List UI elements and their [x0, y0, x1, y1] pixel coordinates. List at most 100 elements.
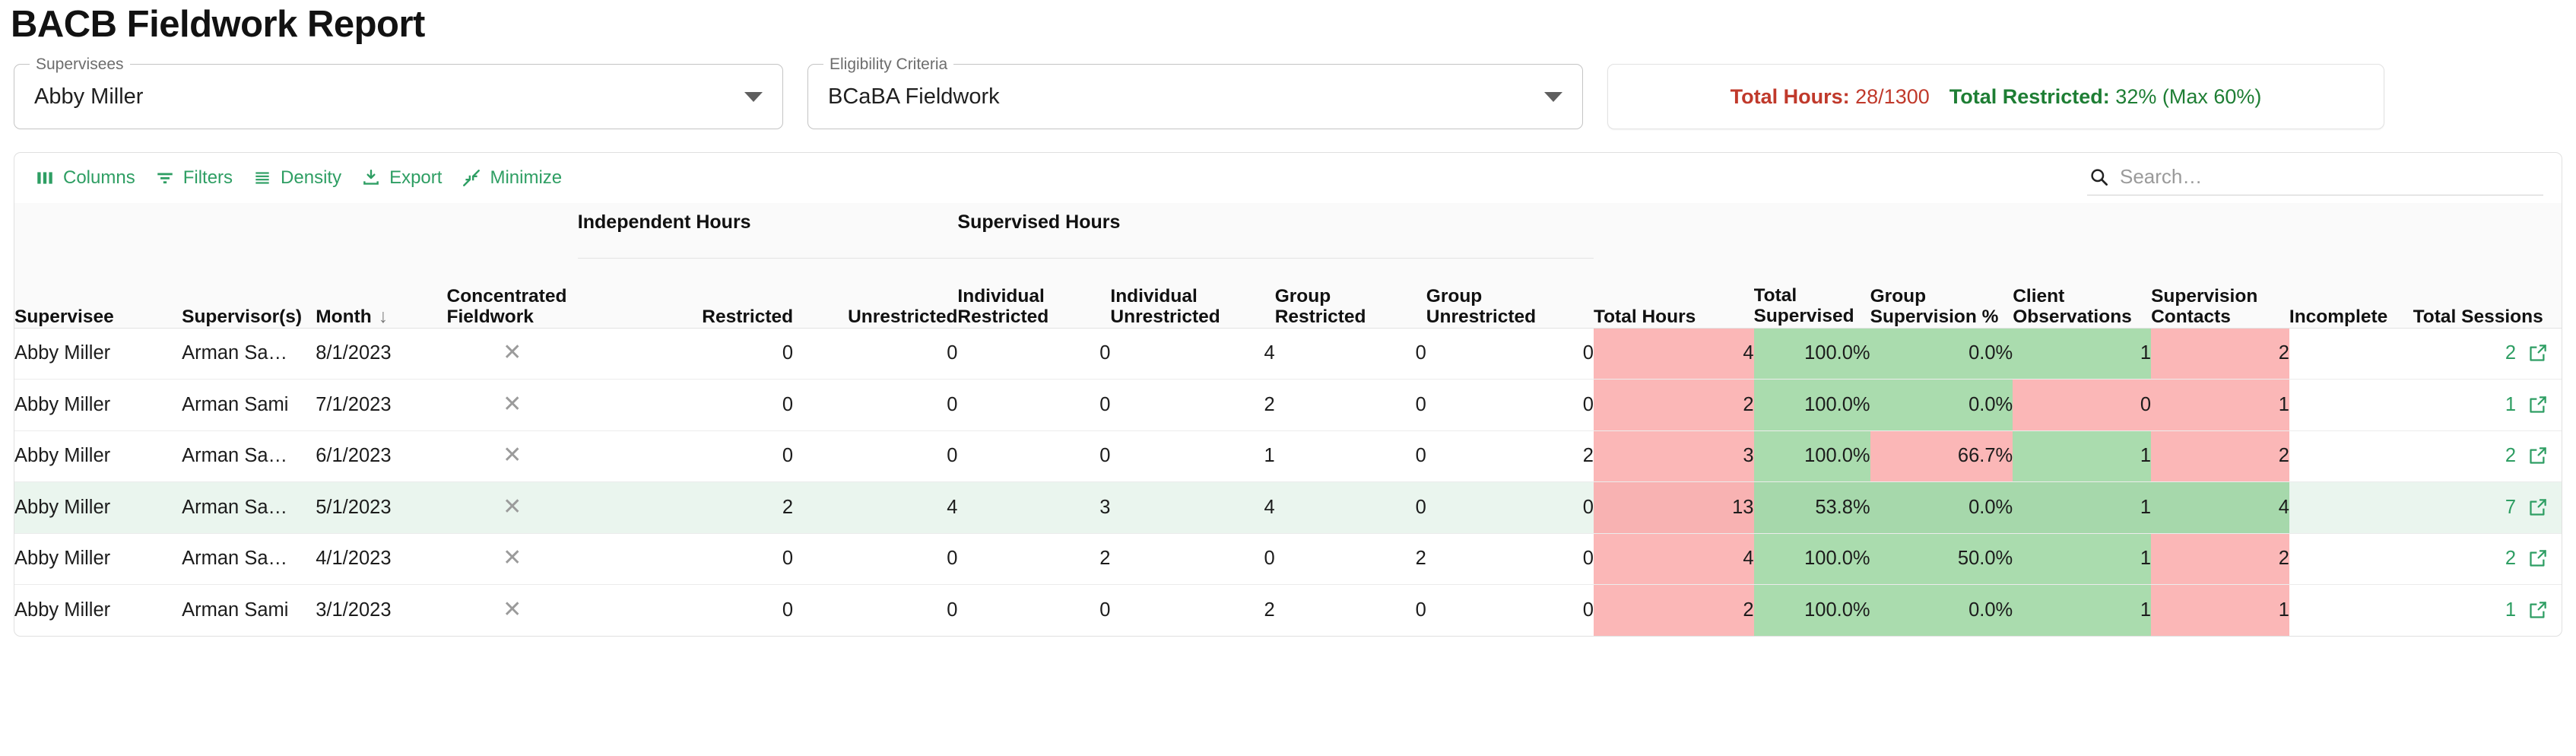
cell-month: 5/1/2023: [316, 481, 447, 534]
chevron-down-icon: [1544, 91, 1562, 102]
total-hours-value: 28/1300: [1855, 84, 1930, 108]
col-supervision-contacts[interactable]: Supervision Contacts: [2151, 258, 2289, 329]
open-external-icon[interactable]: [2527, 600, 2548, 621]
col-month[interactable]: Month ↓: [316, 258, 447, 329]
cell-client-observations: 0: [2013, 379, 2152, 431]
col-client-observations[interactable]: Client Observations: [2013, 258, 2152, 329]
supervisees-label: Supervisees: [30, 56, 130, 74]
total-restricted-value: 32% (Max 60%): [2115, 84, 2262, 108]
cell-concentrated-fieldwork: ✕: [446, 430, 578, 482]
supervisees-value: Abby Miller: [34, 84, 144, 109]
cell-month: 3/1/2023: [316, 599, 392, 621]
cell-individual-unrestricted: 2: [1264, 599, 1275, 621]
total-sessions-value: 2: [2505, 445, 2516, 467]
table-row[interactable]: Abby Miller Arman Sa… 6/1/2023 ✕ 0 0 0 1 0 2 3 100.…: [14, 430, 2562, 482]
cell-total-hours: 4: [1593, 533, 1754, 585]
supervisees-select[interactable]: Supervisees Abby Miller: [14, 56, 783, 129]
col-unrestricted[interactable]: Unrestricted: [793, 258, 958, 329]
columns-icon: [35, 168, 55, 188]
col-total-supervised-pct[interactable]: Total Supervised %: [1753, 258, 1870, 329]
cell-incomplete: [2289, 585, 2413, 636]
minimize-icon: [462, 168, 481, 188]
cell-month: 6/1/2023: [316, 430, 447, 482]
col-individual-unrestricted[interactable]: Individual Unrestricted: [1110, 258, 1275, 329]
cell-supervisee: Abby Miller: [14, 533, 182, 585]
density-button[interactable]: Density: [243, 162, 351, 194]
minimize-label: Minimize: [490, 167, 563, 188]
cell-individual-unrestricted: 2: [1110, 379, 1275, 431]
cell-total-hours: 4: [1593, 328, 1754, 380]
table-row[interactable]: Abby Miller Arman Sami 3/1/2023 ✕ 0 0 0 2 0 0 2 100…: [14, 584, 2562, 636]
table-row[interactable]: Abby Miller Arman Sami 7/1/2023 ✕ 0 0 0 2 0 0 2 100…: [14, 379, 2562, 431]
cell-concentrated-fieldwork: ✕: [446, 481, 578, 534]
search-box[interactable]: [2087, 160, 2543, 195]
group-header-row: Independent Hours Supervised Hours: [14, 203, 2562, 259]
table-row[interactable]: Abby Miller Arman Sa… 5/1/2023 ✕ 2 4 3 4 0 0 13 53.…: [14, 481, 2562, 534]
cell-group-supervision-pct: 0.0%: [1870, 379, 2013, 431]
group-spacer: [446, 203, 578, 258]
col-supervisee[interactable]: Supervisee: [14, 258, 182, 329]
x-icon: ✕: [503, 596, 522, 622]
filters-button[interactable]: Filters: [145, 162, 243, 194]
cell-supervision-contacts: 1: [2151, 584, 2289, 636]
cell-group-supervision-pct: 0.0%: [1870, 481, 2013, 534]
col-total-sessions[interactable]: Total Sessions: [2413, 258, 2562, 329]
cell-client-observations: 1: [2013, 584, 2152, 636]
columns-button[interactable]: Columns: [25, 162, 145, 194]
table-row[interactable]: Abby Miller Arman Sa… 8/1/2023 ✕ 0 0 0 4 0 0 4 100.…: [14, 328, 2562, 380]
cell-group-restricted: 0: [1274, 481, 1426, 534]
open-external-icon[interactable]: [2527, 446, 2548, 466]
cell-supervision-contacts: 2: [2151, 533, 2289, 585]
col-group-supervision-pct[interactable]: Group Supervision %: [1870, 258, 2013, 329]
open-external-icon[interactable]: [2527, 497, 2548, 518]
col-incomplete[interactable]: Incomplete: [2289, 258, 2413, 329]
column-header-row: Supervisee Supervisor(s) Month ↓ Concentr…: [14, 258, 2562, 329]
cell-supervisor: Arman Sami: [182, 379, 316, 431]
export-label: Export: [389, 167, 443, 188]
open-external-icon[interactable]: [2527, 395, 2548, 415]
col-total-hours[interactable]: Total Hours: [1593, 258, 1754, 329]
col-group-restricted[interactable]: Group Restricted: [1274, 258, 1426, 329]
group-spacer: [1753, 203, 1870, 258]
cell-incomplete: [2289, 379, 2413, 431]
cell-unrestricted: 4: [793, 481, 958, 534]
col-restricted[interactable]: Restricted: [577, 258, 794, 329]
export-button[interactable]: Export: [351, 162, 452, 194]
group-spacer: [182, 203, 316, 258]
group-spacer: [2013, 203, 2152, 258]
cell-client-observations: 1: [2013, 533, 2152, 585]
col-concentrated-fieldwork[interactable]: Concentrated Fieldwork: [446, 258, 578, 329]
cell-supervision-contacts: 4: [2151, 481, 2289, 534]
eligibility-criteria-select[interactable]: Eligibility Criteria BCaBA Fieldwork: [807, 56, 1583, 129]
cell-supervisee: Abby Miller: [14, 328, 182, 380]
table-row[interactable]: Abby Miller Arman Sa… 4/1/2023 ✕ 0 0 2 0 2 0 4 100.…: [14, 533, 2562, 585]
cell-total-sessions[interactable]: 7: [2413, 481, 2562, 534]
cell-concentrated-fieldwork: ✕: [446, 379, 578, 431]
col-supervisors[interactable]: Supervisor(s): [182, 258, 316, 329]
cell-supervision-contacts: 1: [2151, 379, 2289, 431]
col-individual-restricted[interactable]: Individual Restricted: [957, 258, 1111, 329]
minimize-button[interactable]: Minimize: [452, 162, 572, 194]
search-input[interactable]: [2120, 165, 2542, 189]
cell-total-sessions[interactable]: 1: [2413, 585, 2562, 636]
cell-unrestricted: 0: [793, 533, 958, 585]
x-icon: ✕: [503, 340, 522, 366]
cell-supervisor: Arman Sa…: [182, 481, 316, 534]
cell-concentrated-fieldwork: ✕: [446, 328, 578, 380]
filter-icon: [155, 168, 175, 188]
cell-client-observations: 1: [2013, 481, 2152, 534]
cell-total-sessions[interactable]: 2: [2413, 533, 2562, 585]
cell-total-sessions[interactable]: 2: [2413, 328, 2562, 380]
cell-total-supervised-pct: 100.0%: [1753, 584, 1870, 636]
cell-individual-unrestricted: 4: [1110, 481, 1275, 534]
open-external-icon[interactable]: [2527, 548, 2548, 569]
cell-total-sessions[interactable]: 1: [2413, 379, 2562, 431]
cell-group-supervision-pct: 0.0%: [1870, 584, 2013, 636]
cell-restricted: 0: [782, 599, 794, 621]
cell-total-sessions[interactable]: 2: [2413, 430, 2562, 482]
open-external-icon[interactable]: [2527, 343, 2548, 364]
group-spacer: [1870, 203, 2013, 258]
eligibility-criteria-label: Eligibility Criteria: [823, 56, 954, 74]
cell-client-observations: 1: [2013, 430, 2152, 482]
col-group-unrestricted[interactable]: Group Unrestricted: [1426, 258, 1594, 329]
